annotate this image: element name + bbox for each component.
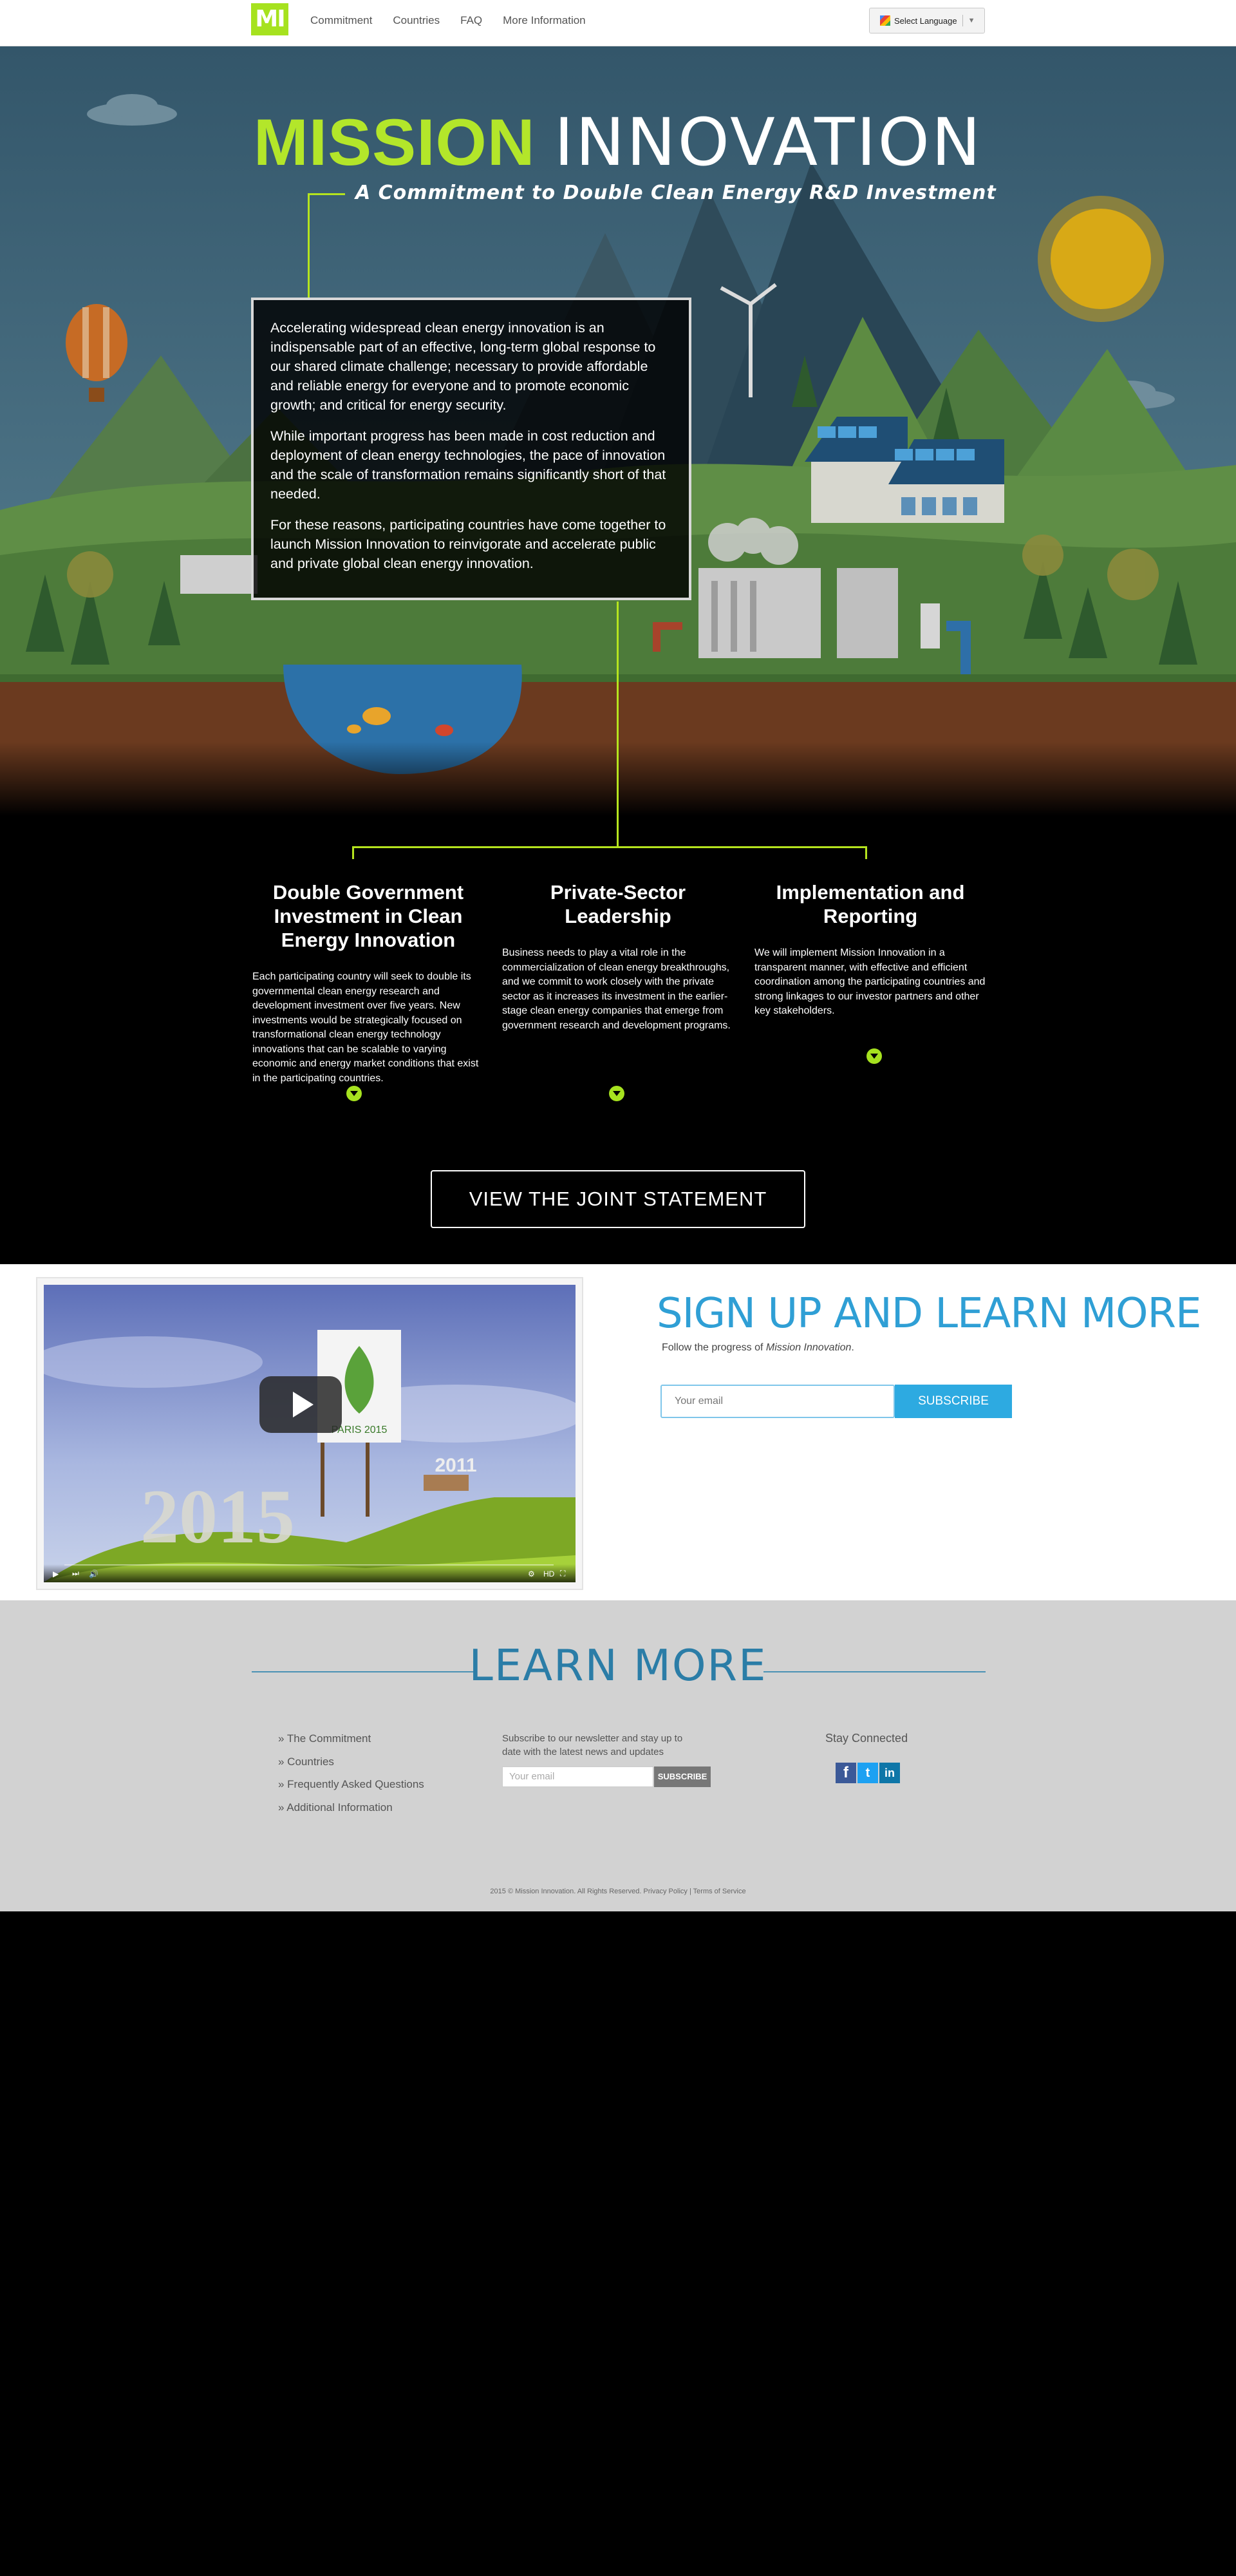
google-translate-icon (880, 15, 890, 26)
linkedin-icon[interactable]: in (879, 1763, 900, 1783)
connector-line (308, 193, 345, 195)
pillar-title: Implementation and Reporting (776, 881, 965, 927)
view-joint-statement-button[interactable]: VIEW THE JOINT STATEMENT (431, 1170, 805, 1228)
nav-faq[interactable]: FAQ (460, 14, 482, 27)
signup-follow-name: Mission Innovation (765, 1342, 852, 1353)
statement-paragraph: While important progress has been made i… (270, 428, 666, 502)
pillar-implementation-reporting: Implementation and Reporting We will imp… (754, 880, 986, 1019)
video-big-year: 2015 (140, 1473, 295, 1559)
hero-title-innovation: INNOVATION (554, 104, 983, 181)
footer-links: » The Commitment » Countries » Frequentl… (278, 1732, 424, 1824)
nav-more-information[interactable]: More Information (503, 14, 586, 27)
pillar-private-sector: Private-Sector Leadership Business needs… (502, 880, 734, 1033)
newsletter-subscribe-button[interactable]: SUBSCRIBE (654, 1766, 711, 1787)
language-select[interactable]: Select Language ▼ (869, 8, 985, 33)
sun-icon (1038, 196, 1164, 322)
chevron-down-icon[interactable] (346, 1086, 362, 1101)
pillar-title: Private-Sector Leadership (550, 881, 686, 927)
nav-commitment[interactable]: Commitment (310, 14, 372, 27)
chevron-down-icon: ▼ (968, 17, 975, 24)
connector-line (352, 846, 867, 848)
mission-innovation-logo[interactable]: MI (251, 3, 288, 35)
hero-title: MISSION INNOVATION (0, 109, 1236, 176)
connector-line (352, 846, 354, 859)
main-nav: Commitment Countries FAQ More Informatio… (310, 14, 606, 27)
pillar-title: Double Government Investment in Clean En… (272, 881, 464, 951)
signup-follow-prefix: Follow the progress of (662, 1342, 766, 1353)
pillar-body: Business needs to play a vital role in t… (502, 947, 731, 1031)
facebook-icon[interactable]: f (836, 1763, 856, 1783)
play-icon[interactable] (259, 1376, 342, 1433)
pillar-body: Each participating country will seek to … (252, 971, 479, 1084)
statement-paragraph: For these reasons, participating countri… (270, 517, 666, 571)
heading-rule-right (763, 1671, 986, 1672)
connector-line (617, 601, 619, 816)
language-select-divider (962, 15, 963, 26)
top-navigation-bar: MI Commitment Countries FAQ More Informa… (0, 0, 1236, 46)
connector-line (617, 816, 619, 847)
learn-more-section: LEARN MORE » The Commitment » Countries … (0, 1600, 1236, 1911)
chevron-down-icon[interactable] (866, 1048, 882, 1064)
signup-follow-suffix: . (851, 1342, 854, 1353)
signup-follow-text: Follow the progress of Mission Innovatio… (662, 1342, 854, 1354)
subscribe-button[interactable]: SUBSCRIBE (895, 1385, 1012, 1418)
nav-countries[interactable]: Countries (393, 14, 440, 27)
mission-statement-box: Accelerating widespread clean energy inn… (251, 298, 691, 600)
signup-email-input[interactable] (660, 1385, 895, 1418)
pillar-body: We will implement Mission Innovation in … (754, 947, 986, 1016)
fullscreen-icon[interactable]: ⛶ (560, 1569, 565, 1578)
newsletter-text: Subscribe to our newsletter and stay up … (502, 1733, 683, 1757)
signup-section: PARIS 2015 2015 2011 ▶ ⏭ 🔊 ⚙ HD ⛶ SIGN U… (0, 1264, 1236, 1600)
learn-more-heading: LEARN MORE (469, 1640, 767, 1690)
volume-icon[interactable]: 🔊 (89, 1569, 98, 1578)
statement-paragraph: Accelerating widespread clean energy inn… (270, 320, 656, 413)
twitter-icon[interactable]: t (857, 1763, 878, 1783)
settings-icon[interactable]: ⚙ (528, 1569, 535, 1578)
chevron-down-icon[interactable] (609, 1086, 624, 1101)
connector-line (865, 846, 867, 859)
hd-badge: HD (543, 1569, 555, 1578)
footer-link-commitment[interactable]: » The Commitment (278, 1732, 424, 1745)
play-small-icon[interactable]: ▶ (53, 1569, 59, 1578)
signup-heading: SIGN UP AND LEARN MORE (657, 1290, 1201, 1338)
hero-section: MISSION INNOVATION A Commitment to Doubl… (0, 46, 1236, 816)
language-select-label: Select Language (894, 15, 957, 26)
pillar-government-investment: Double Government Investment in Clean En… (252, 880, 484, 1086)
video-frame[interactable]: PARIS 2015 2015 2011 ▶ ⏭ 🔊 ⚙ HD ⛶ (44, 1285, 576, 1582)
dam-structure (180, 555, 258, 594)
hero-title-mission: MISSION (253, 106, 536, 179)
stay-connected-label: Stay Connected (825, 1732, 908, 1745)
connector-line (308, 193, 310, 299)
hero-subtitle: A Commitment to Double Clean Energy R&D … (355, 182, 997, 204)
copyright: 2015 © Mission Innovation. All Rights Re… (490, 1888, 746, 1895)
newsletter-email-input[interactable]: Your email (502, 1766, 653, 1787)
footer-link-faq[interactable]: » Frequently Asked Questions (278, 1778, 424, 1791)
footer-link-countries[interactable]: » Countries (278, 1756, 424, 1768)
video-small-year: 2011 (435, 1455, 476, 1476)
footer-link-additional-info[interactable]: » Additional Information (278, 1801, 424, 1814)
video-player[interactable]: PARIS 2015 2015 2011 ▶ ⏭ 🔊 ⚙ HD ⛶ (36, 1277, 583, 1590)
skip-icon[interactable]: ⏭ (72, 1569, 79, 1578)
video-controls: ▶ ⏭ 🔊 ⚙ HD ⛶ (44, 1564, 576, 1582)
video-thumbnail: PARIS 2015 2015 2011 (44, 1285, 576, 1582)
